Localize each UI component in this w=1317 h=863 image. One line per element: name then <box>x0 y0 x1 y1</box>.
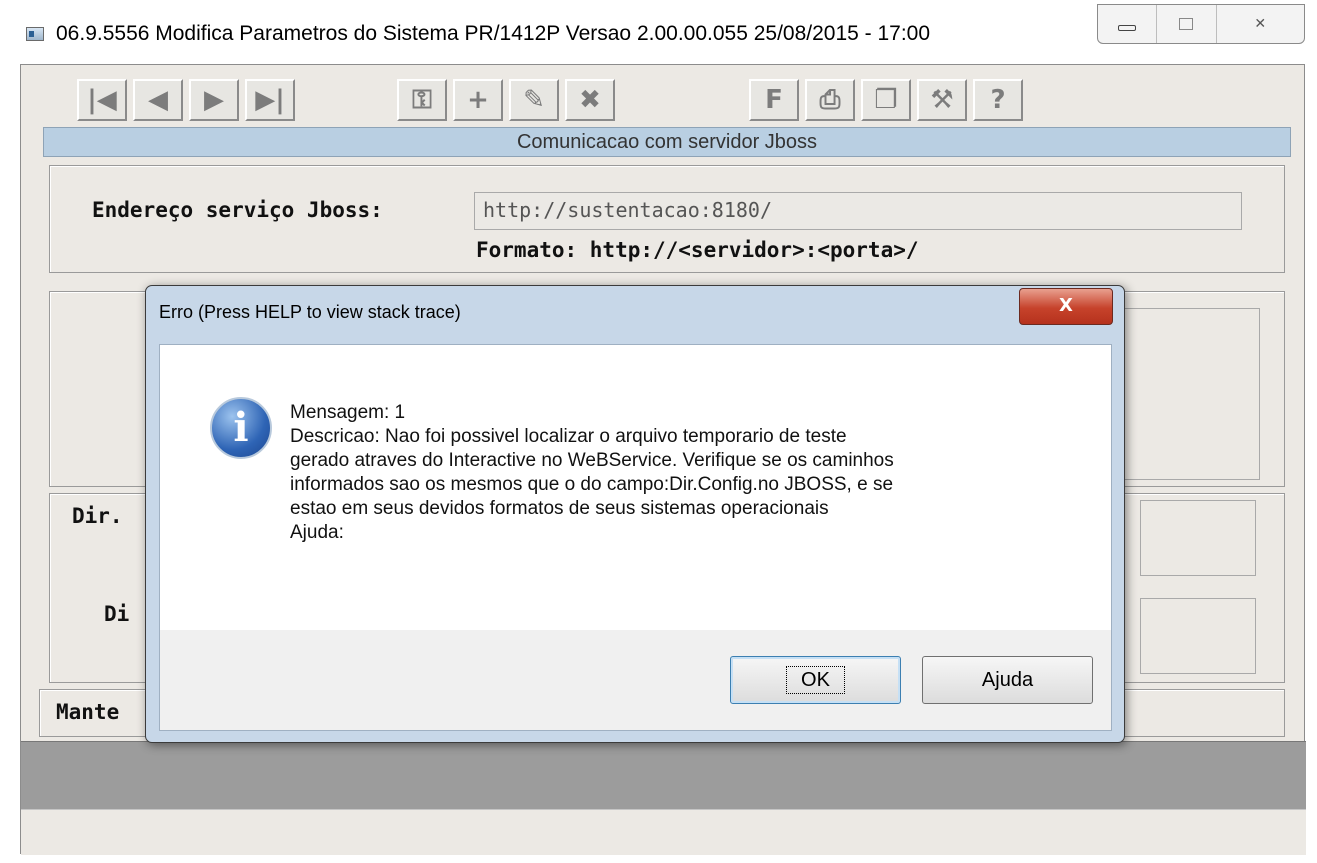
filter-button[interactable]: F <box>749 79 799 121</box>
dir-field-1[interactable] <box>1140 500 1256 576</box>
message-line: estao em seus devidos formatos de seus s… <box>290 498 829 519</box>
edit-record-icon: ✎ <box>523 85 545 115</box>
maximize-button[interactable] <box>1157 5 1217 43</box>
ok-button-label: OK <box>786 666 845 694</box>
manter-label: Mante <box>56 700 120 724</box>
print-icon: ⎙ <box>819 84 841 115</box>
add-record-button[interactable]: + <box>453 79 503 121</box>
app-icon <box>26 27 44 41</box>
delete-record-icon: ✖ <box>579 85 601 115</box>
edit-record-button[interactable]: ✎ <box>509 79 559 121</box>
message-line: Descricao: Nao foi possivel localizar o … <box>290 426 847 447</box>
section-title-bar: Comunicacao com servidor Jboss <box>43 127 1291 157</box>
last-record-button[interactable]: ▶| <box>245 79 295 121</box>
window-controls: ✕ <box>1097 4 1305 44</box>
dialog-message: Mensagem: 1 Descricao: Nao foi possivel … <box>290 401 1090 545</box>
filter-icon: F <box>765 85 783 115</box>
message-line: Ajuda: <box>290 522 344 543</box>
jboss-address-group: Endereço serviço Jboss: http://sustentac… <box>49 165 1285 273</box>
search-key-icon: ⚿ <box>412 84 432 115</box>
minimize-icon <box>1118 25 1137 31</box>
first-record-icon: |◀ <box>87 85 117 115</box>
message-bar <box>21 809 1306 855</box>
copy-button[interactable]: ❐ <box>861 79 911 121</box>
tools-icon: ⚒ <box>930 85 954 115</box>
main-window: 06.9.5556 Modifica Parametros do Sistema… <box>0 0 1317 863</box>
previous-record-icon: ◀ <box>148 85 168 115</box>
status-bar <box>21 741 1306 809</box>
ok-button[interactable]: OK <box>730 656 901 704</box>
print-button[interactable]: ⎙ <box>805 79 855 121</box>
tools-button[interactable]: ⚒ <box>917 79 967 121</box>
dir-label-2: Di <box>104 602 130 626</box>
minimize-button[interactable] <box>1098 5 1158 43</box>
copy-icon: ❐ <box>874 85 898 115</box>
ajuda-button[interactable]: Ajuda <box>922 656 1093 704</box>
delete-record-button[interactable]: ✖ <box>565 79 615 121</box>
error-dialog: Erro (Press HELP to view stack trace) X … <box>145 285 1125 743</box>
message-line: Mensagem: 1 <box>290 402 406 423</box>
first-record-button[interactable]: |◀ <box>77 79 127 121</box>
help-button[interactable]: ? <box>973 79 1023 121</box>
last-record-icon: ▶| <box>255 85 285 115</box>
title-bar: 06.9.5556 Modifica Parametros do Sistema… <box>0 0 1317 64</box>
close-icon: ✕ <box>1254 16 1267 32</box>
maximize-icon <box>1179 18 1194 30</box>
window-title: 06.9.5556 Modifica Parametros do Sistema… <box>56 22 931 45</box>
help-icon: ? <box>990 85 1006 115</box>
next-record-icon: ▶ <box>204 85 224 115</box>
dialog-title: Erro (Press HELP to view stack trace) <box>159 302 461 322</box>
endereco-label: Endereço serviço Jboss: <box>92 198 383 222</box>
next-record-button[interactable]: ▶ <box>189 79 239 121</box>
add-record-icon: + <box>467 85 489 115</box>
previous-record-button[interactable]: ◀ <box>133 79 183 121</box>
formato-hint: Formato: http://<servidor>:<porta>/ <box>476 238 919 262</box>
dir-label-1: Dir. <box>72 504 123 528</box>
close-window-button[interactable]: ✕ <box>1217 5 1304 43</box>
dir-field-2[interactable] <box>1140 598 1256 674</box>
dialog-footer: OK Ajuda <box>159 630 1112 731</box>
endereco-field[interactable]: http://sustentacao:8180/ <box>474 192 1242 230</box>
dialog-close-button[interactable]: X <box>1019 288 1113 325</box>
info-icon: i <box>210 397 272 459</box>
close-icon: X <box>1059 295 1073 316</box>
search-button[interactable]: ⚿ <box>397 79 447 121</box>
message-line: gerado atraves do Interactive no WeBServ… <box>290 450 894 471</box>
message-line: informados sao os mesmos que o do campo:… <box>290 474 894 495</box>
dialog-body: i Mensagem: 1 Descricao: Nao foi possive… <box>159 344 1112 630</box>
